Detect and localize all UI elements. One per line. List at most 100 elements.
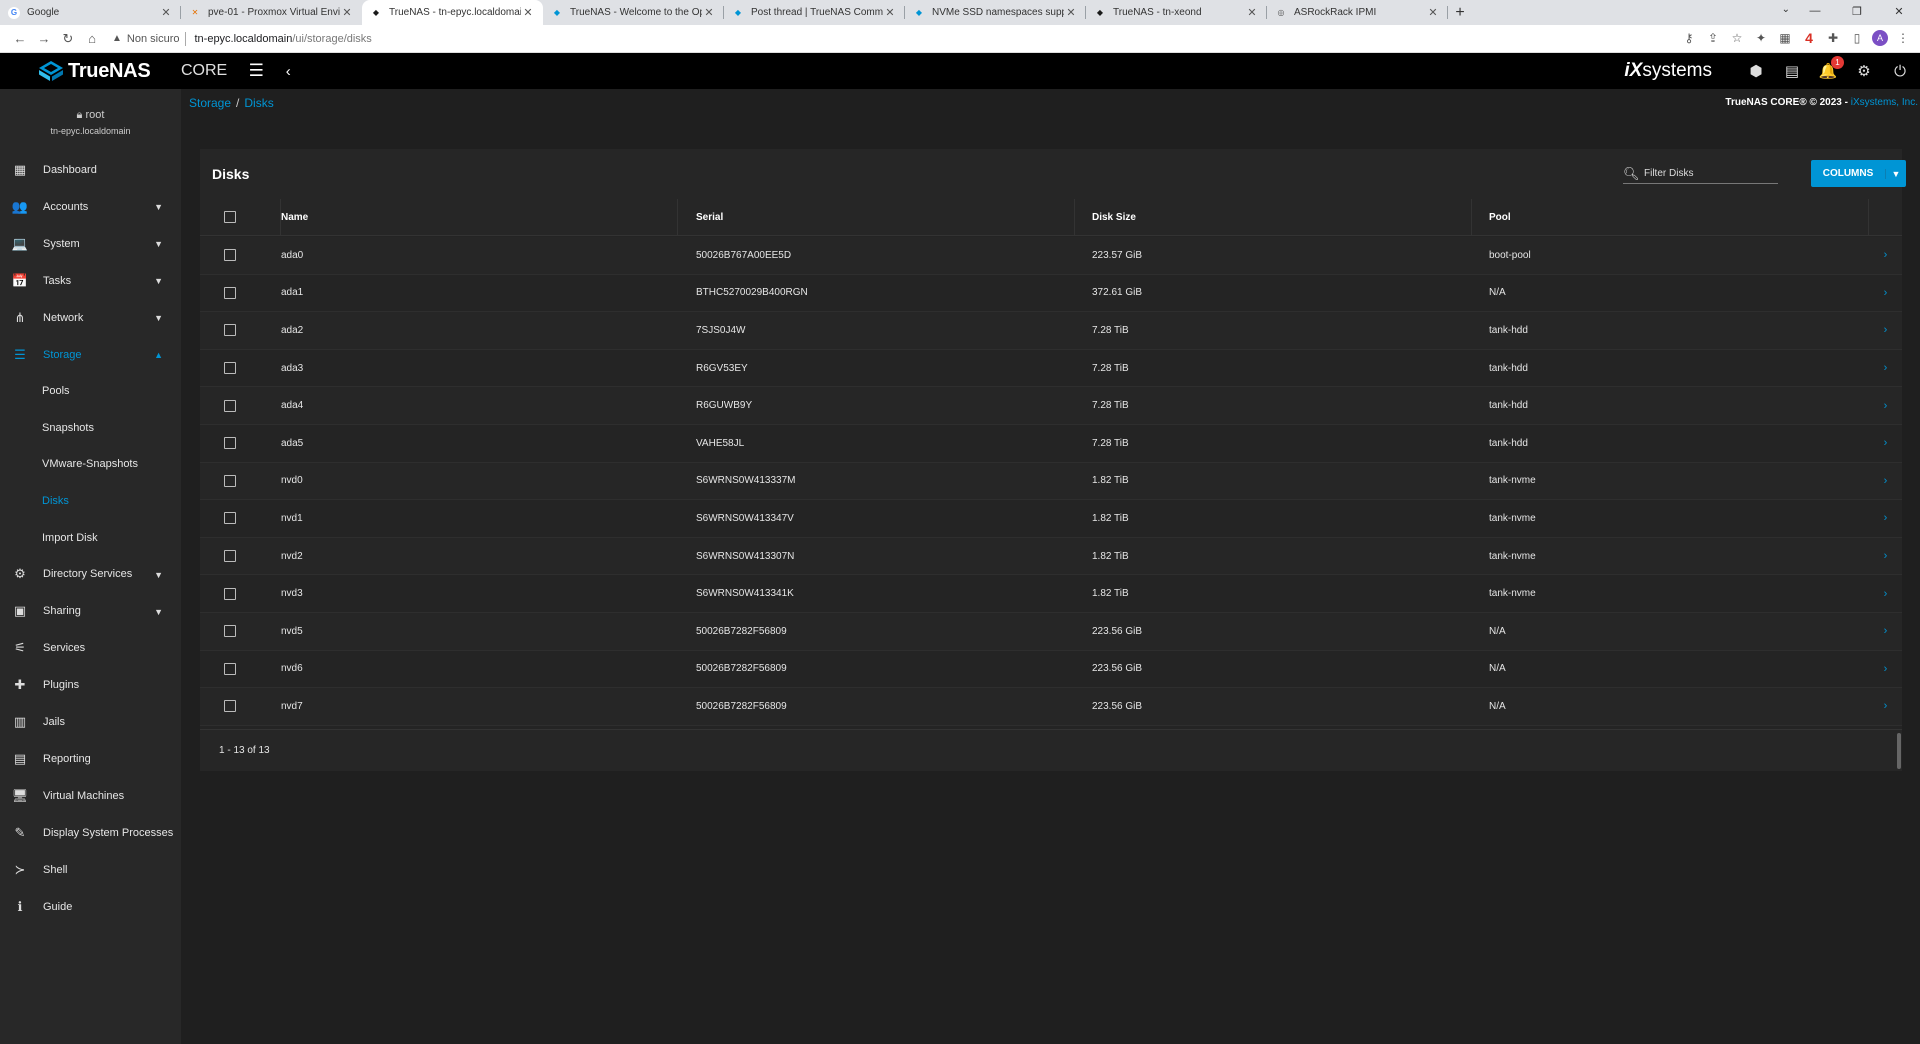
table-row[interactable]: nvd5 50026B7282F56809 223.56 GiB N/A › (200, 612, 1902, 651)
back-arrow-icon[interactable]: ← (8, 27, 32, 51)
sidebar-subitem-import-disk[interactable]: Import Disk (0, 519, 181, 556)
sidebar-item-virtual-machines[interactable]: 🖥 Virtual Machines (0, 778, 181, 815)
expand-row-chevron-icon[interactable]: › (1869, 700, 1902, 712)
tab-close-icon[interactable]: ✕ (1064, 6, 1078, 19)
expand-row-chevron-icon[interactable]: › (1869, 249, 1902, 261)
browser-tab[interactable]: ◆ TrueNAS - Welcome to the Open ✕ (543, 0, 724, 25)
sidebar-item-dashboard[interactable]: ▦ Dashboard (0, 151, 181, 188)
new-tab-button[interactable]: + (1448, 0, 1472, 25)
expand-row-chevron-icon[interactable]: › (1869, 550, 1902, 562)
expand-row-chevron-icon[interactable]: › (1869, 362, 1902, 374)
kebab-menu-icon[interactable]: ⋮ (1894, 27, 1912, 49)
key-icon[interactable]: ⚷ (1680, 27, 1698, 49)
tab-close-icon[interactable]: ✕ (702, 6, 716, 19)
columns-dropdown-icon[interactable]: ▼ (1885, 168, 1906, 179)
tab-close-icon[interactable]: ✕ (340, 6, 354, 19)
truecommand-icon[interactable]: ⬢ (1746, 61, 1766, 81)
header-disk-size[interactable]: Disk Size (1075, 198, 1472, 236)
url-field[interactable]: ▲ Non sicuro tn-epyc.localdomain/ui/stor… (112, 28, 372, 50)
sidebar-item-reporting[interactable]: ▤ Reporting (0, 741, 181, 778)
table-row[interactable]: ada1 BTHC5270029B400RGN 372.61 GiB N/A › (200, 275, 1902, 313)
header-name[interactable]: Name (281, 198, 678, 236)
maximize-icon[interactable]: ❐ (1836, 0, 1878, 22)
sidebar-item-sharing[interactable]: ▣ Sharing ▼ (0, 593, 181, 630)
sidebar-item-tasks[interactable]: 📅 Tasks ▼ (0, 262, 181, 299)
tab-close-icon[interactable]: ✕ (1426, 6, 1440, 19)
row-checkbox[interactable] (224, 474, 236, 487)
star-icon[interactable]: ☆ (1728, 27, 1746, 49)
collapse-sidebar-icon[interactable]: ‹ (278, 61, 298, 81)
expand-row-chevron-icon[interactable]: › (1869, 437, 1902, 449)
tab-close-icon[interactable]: ✕ (883, 6, 897, 19)
minimize-icon[interactable]: — (1794, 0, 1836, 22)
sidebar-subitem-snapshots[interactable]: Snapshots (0, 410, 181, 447)
sidebar-item-jails[interactable]: ▥ Jails (0, 704, 181, 741)
breadcrumb-disks[interactable]: Disks (244, 96, 273, 110)
sidebar-subitem-disks[interactable]: Disks (0, 483, 181, 520)
sidebar-item-services[interactable]: ⚟ Services (0, 630, 181, 667)
breadcrumb-storage[interactable]: Storage (189, 96, 231, 110)
table-row[interactable]: ada4 R6GUWB9Y 7.28 TiB tank-hdd › (200, 387, 1902, 425)
table-row[interactable]: nvd2 S6WRNS0W413307N 1.82 TiB tank-nvme › (200, 537, 1902, 576)
puzzle-extensions-icon[interactable]: ✚ (1824, 27, 1842, 49)
browser-tab[interactable]: ◆ Post thread | TrueNAS Communit✕ (724, 0, 905, 25)
extension-4-icon[interactable]: 4 (1800, 27, 1818, 49)
sidebar-subitem-vmware-snapshots[interactable]: VMware-Snapshots (0, 446, 181, 483)
truenas-logo[interactable]: TrueNAS (0, 53, 181, 89)
task-manager-icon[interactable]: ▤ (1782, 61, 1802, 81)
ixsystems-logo[interactable]: iXsystems (1624, 60, 1712, 82)
browser-tab[interactable]: ◆ TrueNAS - tn-epyc.localdomain ✕ (362, 0, 543, 25)
table-row[interactable]: ada3 R6GV53EY 7.28 TiB tank-hdd › (200, 350, 1902, 388)
tab-close-icon[interactable]: ✕ (1245, 6, 1259, 19)
browser-tab[interactable]: ✕ pve-01 - Proxmox Virtual Environ ✕ (181, 0, 362, 25)
extension-icon[interactable]: ✦ (1752, 27, 1770, 49)
sidebar-subitem-pools[interactable]: Pools (0, 373, 181, 410)
expand-row-chevron-icon[interactable]: › (1869, 625, 1902, 637)
expand-row-chevron-icon[interactable]: › (1869, 475, 1902, 487)
row-checkbox[interactable] (224, 550, 236, 563)
expand-row-chevron-icon[interactable]: › (1869, 287, 1902, 299)
row-checkbox[interactable] (224, 625, 236, 638)
sidebar-item-directory-services[interactable]: ⚙ Directory Services ▼ (0, 556, 181, 593)
expand-row-chevron-icon[interactable]: › (1869, 663, 1902, 675)
browser-tab[interactable]: ◎ ASRockRack IPMI ✕ (1267, 0, 1448, 25)
sidebar-item-accounts[interactable]: 👥 Accounts ▼ (0, 188, 181, 225)
row-checkbox[interactable] (224, 362, 236, 375)
copyright-company-link[interactable]: iXsystems, Inc. (1851, 97, 1918, 108)
forward-arrow-icon[interactable]: → (32, 27, 56, 51)
expand-row-chevron-icon[interactable]: › (1869, 588, 1902, 600)
sidebar-item-storage[interactable]: ☰ Storage ▲ (0, 336, 181, 373)
row-checkbox[interactable] (224, 700, 236, 713)
browser-tab[interactable]: ◆ TrueNAS - tn-xeond ✕ (1086, 0, 1267, 25)
row-checkbox[interactable] (224, 399, 236, 412)
expand-row-chevron-icon[interactable]: › (1869, 512, 1902, 524)
tab-search-icon[interactable]: ⌄ (1782, 4, 1790, 15)
row-checkbox[interactable] (224, 512, 236, 525)
reload-icon[interactable]: ↻ (56, 27, 80, 51)
share-icon[interactable]: ⇪ (1704, 27, 1722, 49)
sidebar-item-network[interactable]: ⋔ Network ▼ (0, 299, 181, 336)
columns-button[interactable]: COLUMNS ▼ (1811, 160, 1906, 187)
select-all-checkbox[interactable] (224, 211, 236, 223)
profile-avatar[interactable]: A (1872, 30, 1888, 46)
scrollbar[interactable] (1897, 733, 1901, 769)
table-row[interactable]: nvd1 S6WRNS0W413347V 1.82 TiB tank-nvme › (200, 500, 1902, 538)
row-checkbox[interactable] (224, 286, 236, 299)
sidebar-item-plugins[interactable]: ✚ Plugins (0, 667, 181, 704)
header-pool[interactable]: Pool (1472, 198, 1869, 236)
header-serial[interactable]: Serial (678, 198, 1075, 236)
sidebar-item-display-system-processes[interactable]: ✎ Display System Processes (0, 815, 181, 852)
hamburger-menu-icon[interactable]: ☰ (246, 61, 266, 81)
table-row[interactable]: nvd6 50026B7282F56809 223.56 GiB N/A › (200, 651, 1902, 689)
table-row[interactable]: nvd3 S6WRNS0W413341K 1.82 TiB tank-nvme › (200, 575, 1902, 613)
sidebar-item-guide[interactable]: ℹ Guide (0, 889, 181, 926)
sidebar-item-system[interactable]: 💻 System ▼ (0, 225, 181, 262)
row-checkbox[interactable] (224, 249, 236, 262)
browser-tab[interactable]: G Google ✕ (0, 0, 181, 25)
tab-close-icon[interactable]: ✕ (521, 6, 535, 19)
table-row[interactable]: ada5 VAHE58JL 7.28 TiB tank-hdd › (200, 425, 1902, 463)
expand-row-chevron-icon[interactable]: › (1869, 400, 1902, 412)
filter-disks-input[interactable] (1644, 168, 1774, 179)
tab-close-icon[interactable]: ✕ (159, 6, 173, 19)
home-icon[interactable]: ⌂ (80, 27, 104, 51)
